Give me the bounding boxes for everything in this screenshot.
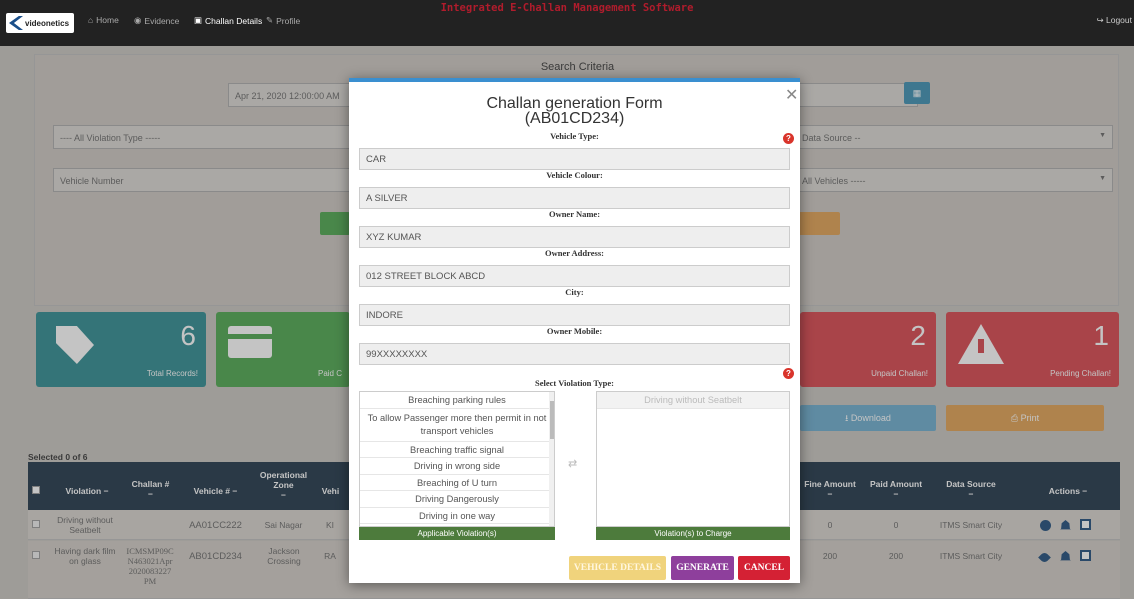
home-icon: ⌂ [88, 15, 94, 25]
city-label: City: [565, 287, 584, 297]
owner-mobile-label: Owner Mobile: [546, 326, 603, 336]
list-item[interactable]: Driving without Seatbelt [597, 392, 789, 409]
cancel-button[interactable]: CANCEL [738, 556, 790, 580]
list-item[interactable]: Breaching parking rules [360, 392, 554, 409]
list-item[interactable]: To allow Passenger more then permit in n… [360, 409, 554, 442]
logout-link[interactable]: ↪ Logout [1097, 15, 1133, 26]
evidence-icon: ◉ [134, 15, 142, 25]
list-item[interactable]: Breaching of U turn [360, 475, 554, 491]
vehicle-colour-label: Vehicle Colour: [546, 170, 603, 180]
violations-to-charge-footer: Violation(s) to Charge [596, 527, 790, 540]
challan-generation-modal: ✕ Challan generation Form (AB01CD234) Veh… [349, 78, 800, 583]
challan-icon: ▣ [194, 15, 203, 25]
nav-home[interactable]: ⌂ Home [88, 15, 119, 25]
nav-profile[interactable]: ✎ Profile [266, 15, 300, 26]
owner-name-field[interactable]: XYZ KUMAR [359, 226, 790, 248]
app-title: Integrated E-Challan Management Software [440, 2, 694, 14]
applicable-violations-footer: Applicable Violation(s) [359, 527, 555, 540]
nav-challan-label: Challan Details [205, 15, 263, 26]
violations-to-charge-list[interactable]: Driving without Seatbelt [596, 391, 790, 527]
videonetics-logo[interactable]: videonetics [6, 13, 74, 33]
applicable-violations-list[interactable]: Breaching parking rules To allow Passeng… [359, 391, 555, 527]
transfer-arrows-icon[interactable]: ⇄ [568, 457, 577, 470]
modal-vehicle-number: (AB01CD234) [524, 110, 625, 127]
modal-title: Challan generation Form (AB01CD234) [349, 96, 800, 127]
logout-icon: ↪ [1096, 15, 1104, 25]
logout-label: Logout [1106, 15, 1132, 25]
vehicle-details-button[interactable]: VEHICLE DETAILS [569, 556, 666, 580]
vehicle-type-label: Vehicle Type: [550, 131, 599, 141]
violation-type-label: Select Violation Type: [534, 378, 614, 388]
owner-address-field[interactable]: 012 STREET BLOCK ABCD [359, 265, 790, 287]
generate-button[interactable]: GENERATE [671, 556, 734, 580]
profile-icon: ✎ [266, 15, 274, 25]
list-item[interactable]: Breaching traffic signal [360, 442, 554, 458]
logo-chevron-icon [9, 16, 23, 30]
owner-mobile-field[interactable]: 99XXXXXXXX [359, 343, 790, 365]
nav-evidence-label: Evidence [144, 15, 180, 26]
nav-profile-label: Profile [276, 15, 301, 26]
list-item[interactable]: Driving in wrong side [360, 458, 554, 475]
list-scrollbar[interactable] [549, 392, 554, 526]
nav-evidence[interactable]: ◉ Evidence [134, 15, 179, 26]
vehicle-colour-field[interactable]: A SILVER [359, 187, 790, 209]
list-item[interactable]: Driving in one way [360, 508, 554, 524]
city-field[interactable]: INDORE [359, 304, 790, 326]
nav-home-label: Home [96, 15, 119, 25]
list-item[interactable]: Driving Dangerously [360, 491, 554, 508]
vehicle-type-field[interactable]: CAR [359, 148, 790, 170]
nav-challan-details[interactable]: ▣ Challan Details [194, 15, 262, 26]
owner-name-label: Owner Name: [548, 209, 601, 219]
scrollbar-thumb[interactable] [550, 401, 554, 439]
help-icon[interactable]: ? [783, 133, 794, 144]
logo-text: videonetics [25, 18, 70, 28]
top-navbar: videonetics ⌂ Home ◉ Evidence ▣ Challan Det… [0, 0, 1134, 46]
owner-address-label: Owner Address: [545, 248, 604, 258]
